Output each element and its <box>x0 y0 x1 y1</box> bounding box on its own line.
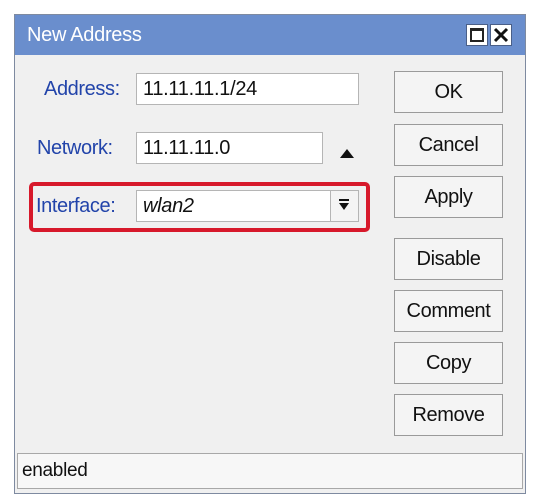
network-label: Network: <box>37 137 113 159</box>
triangle-up-icon[interactable] <box>340 149 354 158</box>
address-field[interactable]: 11.11.11.1/24 <box>136 73 359 105</box>
disable-button[interactable]: Disable <box>394 238 503 280</box>
close-icon[interactable] <box>490 24 512 46</box>
cancel-button[interactable]: Cancel <box>394 124 503 166</box>
interface-highlight-box <box>29 182 370 232</box>
ok-button[interactable]: OK <box>394 71 503 113</box>
address-label: Address: <box>44 78 120 100</box>
window-title: New Address <box>27 24 142 46</box>
apply-button[interactable]: Apply <box>394 176 503 218</box>
remove-button[interactable]: Remove <box>394 394 503 436</box>
titlebar[interactable]: New Address <box>15 15 525 55</box>
status-bar: enabled <box>17 453 523 489</box>
comment-button[interactable]: Comment <box>394 290 503 332</box>
copy-button[interactable]: Copy <box>394 342 503 384</box>
maximize-icon[interactable] <box>466 24 488 46</box>
status-text: enabled <box>22 460 88 481</box>
new-address-dialog: New Address Address: 11.11.11.1/24 Netwo… <box>14 14 526 494</box>
network-field[interactable]: 11.11.11.0 <box>136 132 323 164</box>
